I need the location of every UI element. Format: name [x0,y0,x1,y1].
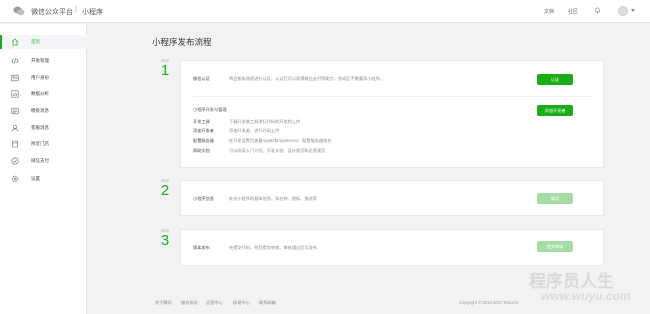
docs-link[interactable]: 文档 [544,8,554,15]
platform-name[interactable]: 微信公众平台 [31,7,73,17]
avatar[interactable] [618,6,628,16]
sidebar-item-label: 客服消息 [31,125,49,130]
store-icon [11,140,19,148]
sidebar-item-label: 数据分析 [31,91,49,96]
product-name: 小程序 [82,9,103,16]
fill-info-button[interactable]: 填写 [537,193,573,204]
step-3-marker: step 3 [157,228,173,248]
dev-item-label: 配置服务器 [193,138,214,143]
dev-section-title: 小程序开发与管理 [193,107,227,112]
copyright-text: Copyright © 2012-2017 Tencent [459,300,519,305]
sidebar-item-settings[interactable]: 设置 [0,172,87,186]
chevron-down-icon[interactable] [631,9,635,12]
page-title: 小程序发布流程 [152,37,212,47]
divider [193,96,593,97]
footer-link-ops[interactable]: 运营中心 [206,300,223,306]
community-link[interactable]: 社区 [568,8,578,15]
verify-button[interactable]: 认证 [537,74,573,85]
release-label: 版本发布 [193,245,210,250]
code-icon [11,58,19,64]
footer-link-terms[interactable]: 服务协议 [181,300,198,306]
sidebar-item-label: 首页 [31,39,40,44]
dev-item-label: 开发工具 [193,119,210,124]
footer-link-contact[interactable]: 联系邮箱 [259,300,276,306]
sidebar-item-label: 用户身份 [31,75,49,80]
release-desc: 先提交代码，然后提交审核，审核通过后可发布 [229,245,317,250]
dev-item-label: 添加开发者 [193,128,214,133]
sidebar-item-service[interactable]: 客服消息 [0,121,87,135]
footer-link-about[interactable]: 关于腾讯 [155,300,172,306]
step-number: 3 [160,232,170,249]
home-icon [11,38,19,46]
sidebar-item-label: 设置 [31,176,40,181]
sidebar-item-user[interactable]: 用户身份 [0,71,87,85]
sidebar-item-pay[interactable]: 微信支付 [0,154,87,168]
sidebar-item-label: 附近门店 [31,141,49,146]
sidebar-item-label: 微信支付 [31,158,49,163]
sidebar-item-template[interactable]: 模板消息 [0,104,87,118]
sidebar: 首页 开发管理 用户身份 数据分析 模板消息 客服消息 附近门店 微信支付 设置 [0,24,87,314]
wechat-logo-icon[interactable] [13,6,25,16]
bell-icon[interactable] [594,7,601,14]
dev-item-label: 帮助文档 [193,148,210,153]
service-icon [11,124,19,132]
add-developer-button[interactable]: 添加开发者 [537,105,573,116]
sidebar-item-dev[interactable]: 开发管理 [0,54,87,68]
step-1-marker: step 1 [157,58,173,78]
verify-desc: 将会按照流程进行认证，认证后可以获得微信支付等能力，完成后不需要再小程序。 [229,76,384,81]
dev-item-desc[interactable]: 可以阅读入门介绍、开发文档、设计规范和运营规范 [229,148,325,154]
sidebar-item-label: 模板消息 [31,108,49,113]
sidebar-item-label: 开发管理 [31,58,49,63]
verify-label: 微信认证 [193,76,210,81]
dev-item-desc[interactable]: 下载开发者工具进行代码的开发和上传 [229,119,300,125]
dev-item-desc[interactable]: 在开发设置页查看AppID和AppSecret，配置服务器域名 [229,138,331,144]
footer-link-rumor[interactable]: 辟谣中心 [233,300,250,306]
step-number: 2 [160,182,170,199]
sidebar-item-data[interactable]: 数据分析 [0,87,87,101]
step-number: 1 [160,62,170,79]
top-bar: 微信公众平台 | 小程序 文档 社区 [0,0,650,23]
step-2-marker: step 2 [157,178,173,198]
mini-program-info-desc: 补充小程序的基本信息，如名称、图标、描述等 [229,196,317,201]
chart-icon [11,90,19,98]
watermark: 程序员人生 www.wuyu.com [529,267,641,307]
mini-program-info-label: 小程序信息 [193,196,214,201]
header-separator: | [75,6,77,13]
sidebar-item-store[interactable]: 附近门店 [0,137,87,151]
user-icon [11,74,19,82]
dev-item-desc[interactable]: 添加开发者，进行代码上传 [229,128,279,134]
watermark-url: www.wuyu.com [541,289,631,303]
submit-review-button[interactable]: 提交审核 [537,241,573,252]
gear-icon [11,175,19,183]
pay-icon [11,157,19,165]
sidebar-item-home[interactable]: 首页 [0,35,87,49]
message-icon [11,107,19,115]
